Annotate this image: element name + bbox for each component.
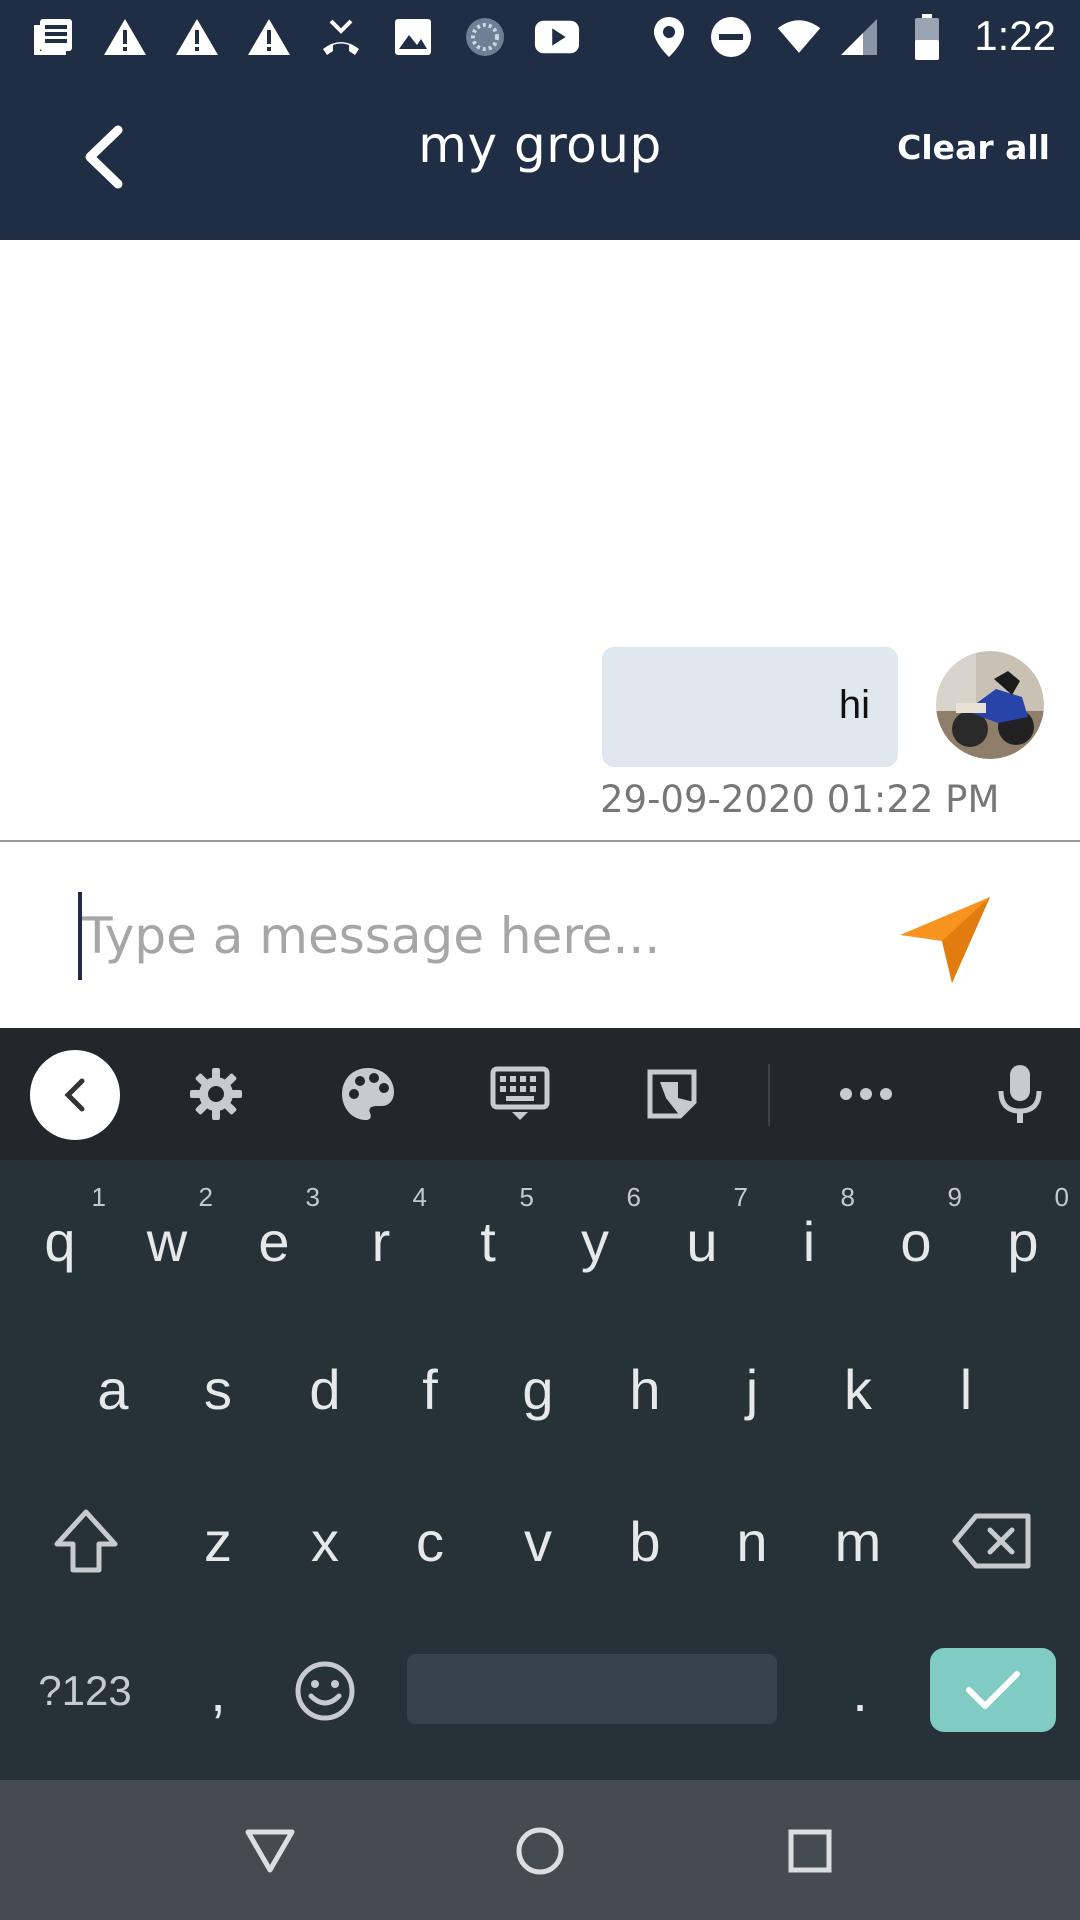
missed-call-icon bbox=[318, 14, 364, 60]
palette-icon[interactable] bbox=[330, 1056, 406, 1132]
recents-square-icon[interactable] bbox=[775, 1816, 845, 1886]
chevron-left-icon bbox=[64, 1078, 85, 1112]
symbols-key[interactable]: ?123 bbox=[20, 1626, 150, 1756]
key-period[interactable]: . bbox=[808, 1626, 912, 1756]
key-i[interactable]: i8 bbox=[757, 1176, 861, 1306]
sticker-icon[interactable] bbox=[634, 1056, 710, 1132]
image-icon bbox=[390, 14, 436, 60]
loading-icon bbox=[462, 14, 508, 60]
key-w[interactable]: w2 bbox=[115, 1176, 219, 1306]
microphone-icon[interactable] bbox=[982, 1056, 1058, 1132]
key-j[interactable]: j bbox=[700, 1324, 804, 1454]
key-e[interactable]: e3 bbox=[222, 1176, 326, 1306]
soft-keyboard: q1 w2 e3 r4 t5 y6 u7 i8 o9 p0 a s d f g … bbox=[0, 1028, 1080, 1780]
status-bar: 1:22 bbox=[0, 0, 1080, 76]
system-nav-bar bbox=[0, 1780, 1080, 1920]
back-triangle-icon[interactable] bbox=[235, 1816, 305, 1886]
key-p[interactable]: p0 bbox=[971, 1176, 1075, 1306]
key-r[interactable]: r4 bbox=[329, 1176, 433, 1306]
signal-icon bbox=[836, 14, 882, 60]
wifi-icon bbox=[776, 14, 822, 60]
send-button[interactable] bbox=[895, 890, 995, 990]
key-t[interactable]: t5 bbox=[436, 1176, 540, 1306]
message-text: hi bbox=[838, 683, 870, 727]
message-bubble[interactable]: hi bbox=[602, 647, 898, 767]
battery-icon bbox=[904, 14, 950, 60]
space-key[interactable] bbox=[407, 1654, 777, 1724]
key-s[interactable]: s bbox=[166, 1324, 270, 1454]
gear-icon[interactable] bbox=[178, 1056, 254, 1132]
key-f[interactable]: f bbox=[378, 1324, 482, 1454]
warning-icon bbox=[174, 14, 220, 60]
backspace-icon bbox=[952, 1513, 1031, 1569]
key-z[interactable]: z bbox=[166, 1476, 270, 1606]
key-m[interactable]: m bbox=[806, 1476, 910, 1606]
home-circle-icon[interactable] bbox=[505, 1816, 575, 1886]
key-c[interactable]: c bbox=[378, 1476, 482, 1606]
warning-icon bbox=[246, 14, 292, 60]
key-o[interactable]: o9 bbox=[864, 1176, 968, 1306]
toolbar-divider bbox=[768, 1064, 770, 1126]
send-icon bbox=[900, 897, 990, 983]
key-l[interactable]: l bbox=[914, 1324, 1018, 1454]
key-x[interactable]: x bbox=[273, 1476, 377, 1606]
key-y[interactable]: y6 bbox=[543, 1176, 647, 1306]
key-h[interactable]: h bbox=[593, 1324, 697, 1454]
do-not-disturb-icon bbox=[708, 14, 754, 60]
message-composer bbox=[0, 842, 1080, 1028]
news-icon bbox=[30, 14, 76, 60]
key-q[interactable]: q1 bbox=[8, 1176, 112, 1306]
shift-key[interactable] bbox=[34, 1476, 138, 1606]
app-bar: my group Clear all bbox=[0, 76, 1080, 240]
message-timestamp: 29-09-2020 01:22 PM bbox=[600, 778, 1000, 821]
enter-key[interactable] bbox=[930, 1648, 1056, 1732]
emoji-key[interactable] bbox=[273, 1626, 377, 1756]
clear-all-button[interactable]: Clear all bbox=[897, 128, 1050, 167]
warning-icon bbox=[102, 14, 148, 60]
keyboard-toolbar bbox=[0, 1028, 1080, 1160]
key-b[interactable]: b bbox=[593, 1476, 697, 1606]
location-icon bbox=[646, 14, 692, 60]
key-k[interactable]: k bbox=[806, 1324, 910, 1454]
key-u[interactable]: u7 bbox=[650, 1176, 754, 1306]
key-v[interactable]: v bbox=[486, 1476, 590, 1606]
shift-icon bbox=[54, 1509, 118, 1573]
key-a[interactable]: a bbox=[61, 1324, 165, 1454]
youtube-icon bbox=[534, 14, 580, 60]
key-g[interactable]: g bbox=[486, 1324, 590, 1454]
check-icon bbox=[966, 1671, 1020, 1709]
status-time: 1:22 bbox=[974, 12, 1056, 59]
keyboard-icon[interactable] bbox=[482, 1056, 558, 1132]
key-n[interactable]: n bbox=[700, 1476, 804, 1606]
keyboard-collapse-button[interactable] bbox=[30, 1050, 120, 1140]
key-d[interactable]: d bbox=[273, 1324, 377, 1454]
more-icon[interactable] bbox=[828, 1056, 904, 1132]
emoji-icon bbox=[295, 1661, 355, 1721]
backspace-key[interactable] bbox=[940, 1476, 1044, 1606]
message-input[interactable] bbox=[82, 892, 862, 980]
chat-area: hi bbox=[0, 240, 1080, 840]
avatar[interactable] bbox=[936, 651, 1044, 759]
key-comma[interactable]: , bbox=[166, 1626, 270, 1756]
